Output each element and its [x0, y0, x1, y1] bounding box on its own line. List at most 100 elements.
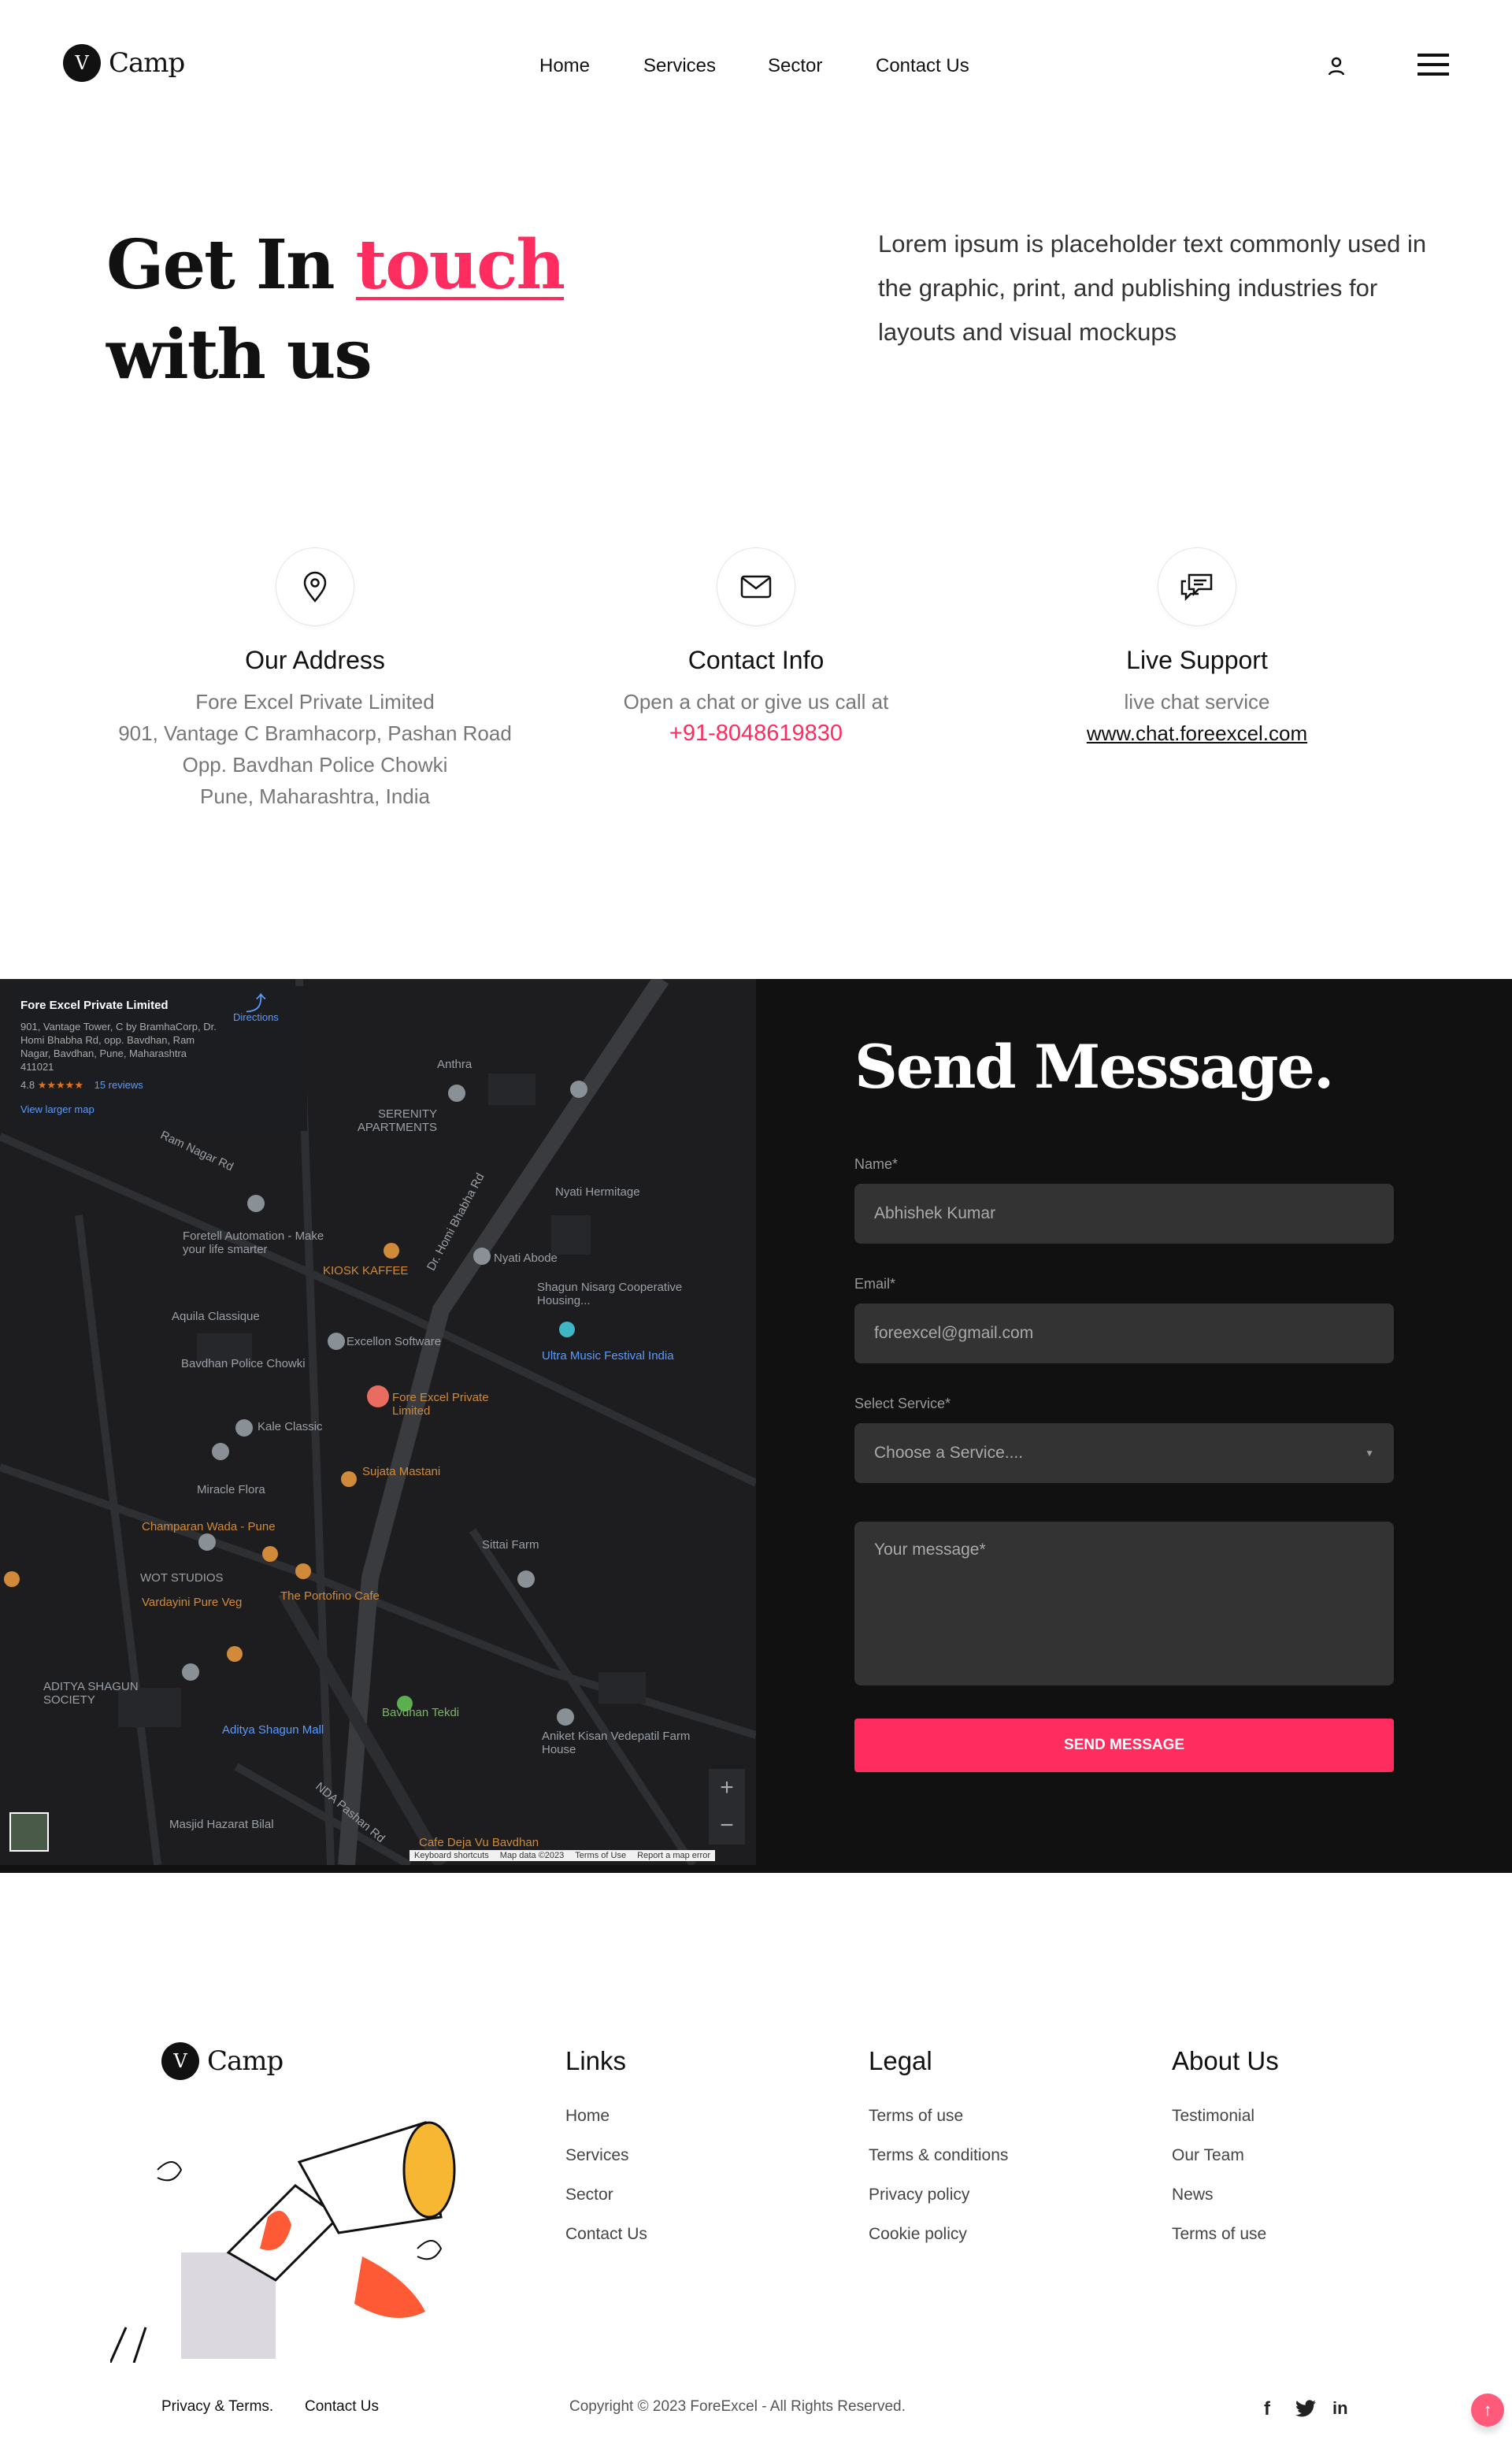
- logo-text: Camp: [109, 47, 185, 79]
- name-input[interactable]: Abhishek Kumar: [854, 1184, 1394, 1244]
- contact-card: Contact Info Open a chat or give us call…: [536, 547, 976, 749]
- arrow-up-icon: ↑: [1483, 2400, 1492, 2419]
- scroll-to-top-button[interactable]: ↑: [1471, 2394, 1504, 2427]
- map-label: Nyati Abode: [494, 1251, 558, 1265]
- footer-link[interactable]: Services: [565, 2146, 629, 2165]
- facebook-icon[interactable]: f: [1264, 2398, 1270, 2420]
- footer-contact-link[interactable]: Contact Us: [305, 2398, 379, 2416]
- email-input[interactable]: foreexcel@gmail.com: [854, 1303, 1394, 1363]
- map-label: Anthra: [437, 1058, 472, 1071]
- title-accent: touch: [355, 225, 565, 305]
- map-label: The Portofino Cafe: [280, 1589, 380, 1603]
- map-label: Masjid Hazarat Bilal: [169, 1818, 274, 1831]
- footer-link[interactable]: Cookie policy: [869, 2225, 967, 2244]
- footer-link[interactable]: Privacy policy: [869, 2186, 969, 2204]
- page-title: Get In touch with us: [106, 225, 565, 395]
- satellite-toggle[interactable]: [9, 1812, 49, 1852]
- logo-text: Camp: [207, 2045, 284, 2077]
- name-label: Name*: [854, 1156, 899, 1172]
- nav-contact-us[interactable]: Contact Us: [876, 55, 969, 77]
- privacy-terms-link[interactable]: Privacy & Terms.: [161, 2398, 273, 2416]
- directions-button[interactable]: ⤴ Directions: [233, 993, 279, 1024]
- chevron-down-icon: ▼: [1365, 1448, 1374, 1459]
- address-line: 901, Vantage C Bramhacorp, Pashan Road: [118, 721, 512, 745]
- nav-home[interactable]: Home: [539, 55, 590, 77]
- hamburger-menu-icon[interactable]: [1418, 52, 1449, 77]
- map-label: Shagun Nisarg Cooperative Housing...: [537, 1281, 683, 1307]
- footer-link[interactable]: Testimonial: [1172, 2107, 1254, 2126]
- map-label: WOT STUDIOS: [140, 1571, 224, 1585]
- place-address: 901, Vantage Tower, C by BramhaCorp, Dr.…: [20, 1021, 217, 1073]
- megaphone-illustration: [110, 2121, 456, 2363]
- map-label: Ultra Music Festival India: [542, 1349, 674, 1363]
- card-title: Live Support: [1126, 646, 1268, 674]
- map-label: Bavdhan Police Chowki: [181, 1357, 306, 1370]
- service-select[interactable]: Choose a Service.... ▼: [854, 1423, 1394, 1483]
- logo[interactable]: V Camp: [63, 44, 185, 82]
- contact-text: Open a chat or give us call at: [623, 690, 889, 714]
- footer-link[interactable]: Terms of use: [869, 2107, 963, 2126]
- form-title: Send Message.: [854, 1032, 1334, 1102]
- footer-link[interactable]: Our Team: [1172, 2146, 1244, 2165]
- footer-heading-links: Links: [565, 2046, 627, 2075]
- map-label: Aniket Kisan Vedepatil Farm House: [542, 1730, 691, 1756]
- message-textarea[interactable]: Your message*: [854, 1522, 1394, 1685]
- logo-mark: V: [161, 2042, 199, 2080]
- terms-link[interactable]: Terms of Use: [575, 1851, 626, 1860]
- footer-link[interactable]: Terms & conditions: [869, 2146, 1008, 2165]
- zoom-in-button: +: [720, 1774, 734, 1800]
- keyboard-shortcuts-link[interactable]: Keyboard shortcuts: [414, 1851, 489, 1860]
- footer-heading-legal: Legal: [869, 2046, 932, 2075]
- footer-link[interactable]: Sector: [565, 2186, 613, 2204]
- send-message-button[interactable]: SEND MESSAGE: [854, 1719, 1394, 1772]
- support-card: Live Support live chat service www.chat.…: [976, 547, 1418, 749]
- card-title: Our Address: [245, 646, 385, 674]
- footer-link[interactable]: News: [1172, 2186, 1214, 2204]
- map-label: Bavdhan Tekdi: [382, 1706, 460, 1719]
- reviews-link[interactable]: 15 reviews: [94, 1079, 143, 1091]
- map-label: Cafe Deja Vu Bavdhan: [419, 1836, 539, 1849]
- linkedin-icon[interactable]: in: [1332, 2398, 1348, 2419]
- service-selected: Choose a Service....: [874, 1444, 1024, 1462]
- rating: 4.8: [20, 1079, 35, 1091]
- report-error-link[interactable]: Report a map error: [637, 1851, 710, 1860]
- copyright: Copyright © 2023 ForeExcel - All Rights …: [569, 2398, 906, 2415]
- map-label: Excellon Software: [346, 1335, 442, 1348]
- footer-link[interactable]: Home: [565, 2107, 610, 2126]
- address-line: Pune, Maharashtra, India: [200, 784, 430, 808]
- user-icon[interactable]: [1325, 55, 1347, 77]
- map-label: Kale Classic: [258, 1420, 323, 1433]
- map-label: Vardayini Pure Veg: [142, 1596, 243, 1609]
- map-label: Aquila Classique: [172, 1310, 260, 1323]
- chat-icon: [1158, 547, 1236, 626]
- twitter-icon[interactable]: [1295, 2400, 1316, 2417]
- nav-sector[interactable]: Sector: [768, 55, 822, 77]
- address-line: Fore Excel Private Limited: [195, 690, 435, 714]
- map-attribution: Keyboard shortcuts Map data ©2023 Terms of…: [410, 1850, 716, 1861]
- embedded-map[interactable]: Fore Excel Private Limited 901, Vantage …: [0, 979, 756, 1865]
- map-label: Aditya Shagun Mall: [222, 1723, 324, 1737]
- rating-stars: ★★★★★: [37, 1079, 83, 1091]
- map-info-card: Fore Excel Private Limited 901, Vantage …: [9, 986, 307, 1131]
- address-line: Opp. Bavdhan Police Chowki: [182, 753, 448, 777]
- map-label: Miracle Flora: [197, 1483, 265, 1496]
- footer-link[interactable]: Contact Us: [565, 2225, 647, 2244]
- chat-link[interactable]: www.chat.foreexcel.com: [976, 718, 1418, 749]
- logo-mark: V: [63, 44, 101, 82]
- map-label: Nyati Hermitage: [555, 1185, 640, 1199]
- map-label: Champaran Wada - Pune: [142, 1520, 276, 1533]
- map-zoom-controls[interactable]: + −: [709, 1769, 745, 1845]
- nav-services[interactable]: Services: [643, 55, 716, 77]
- hero-description: Lorem ipsum is placeholder text commonly…: [878, 230, 1427, 346]
- footer-link[interactable]: Terms of use: [1172, 2225, 1266, 2244]
- map-label: SERENITY APARTMENTS: [357, 1107, 437, 1134]
- map-marker: [367, 1385, 389, 1407]
- mail-icon: [717, 547, 795, 626]
- view-larger-map-link[interactable]: View larger map: [20, 1103, 296, 1116]
- footer-logo[interactable]: V Camp: [161, 2042, 284, 2080]
- address-card: Our Address Fore Excel Private Limited 9…: [94, 547, 536, 812]
- phone-link[interactable]: +91-8048619830: [536, 718, 976, 749]
- service-label: Select Service*: [854, 1396, 951, 1411]
- map-data: Map data ©2023: [499, 1851, 565, 1860]
- map-label: Sittai Farm: [482, 1538, 539, 1552]
